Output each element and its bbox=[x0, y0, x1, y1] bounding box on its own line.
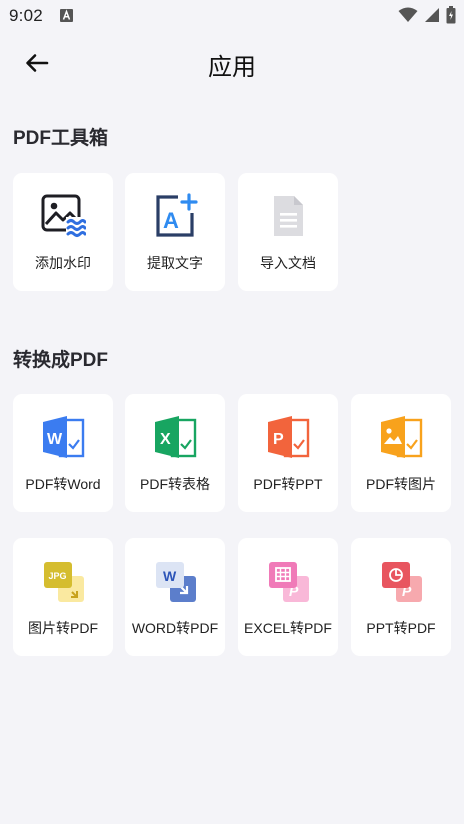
tool-label: EXCEL转PDF bbox=[244, 620, 332, 636]
tool-card-image-to-pdf[interactable]: JPG 图片转PDF bbox=[13, 538, 113, 656]
tool-card-pdf-to-excel[interactable]: X PDF转表格 bbox=[125, 394, 225, 512]
status-time: 9:02 bbox=[9, 6, 43, 25]
tool-card-import-document[interactable]: 导入文档 bbox=[238, 173, 338, 291]
extract-text-icon: A bbox=[156, 193, 198, 237]
tool-card-extract-text[interactable]: A 提取文字 bbox=[125, 173, 225, 291]
ppt-letter: P bbox=[273, 431, 284, 448]
word-doc-icon: W bbox=[43, 416, 85, 458]
word-letter: W bbox=[163, 568, 177, 584]
tool-label: WORD转PDF bbox=[131, 620, 219, 636]
excel-letter: X bbox=[160, 431, 171, 448]
tool-label: PDF转图片 bbox=[366, 476, 436, 492]
tool-label: 图片转PDF bbox=[28, 620, 98, 636]
ppt-to-pdf-icon: P bbox=[382, 562, 422, 602]
battery-icon bbox=[446, 6, 456, 24]
tool-card-pdf-to-ppt[interactable]: P PDF转PPT bbox=[238, 394, 338, 512]
status-bar: 9:02 bbox=[0, 0, 464, 32]
section-title-convert-to-pdf: 转换成PDF bbox=[13, 350, 109, 371]
tool-card-pdf-to-image[interactable]: PDF转图片 bbox=[351, 394, 451, 512]
tool-label: PDF转Word bbox=[25, 476, 101, 492]
text-letter: A bbox=[163, 208, 179, 233]
tool-label: PDF转表格 bbox=[140, 476, 210, 492]
tool-card-add-watermark[interactable]: 添加水印 bbox=[13, 173, 113, 291]
section-title-pdf-toolbox: PDF工具箱 bbox=[13, 128, 109, 149]
app-header: 应用 bbox=[0, 32, 464, 96]
word-to-pdf-icon: W bbox=[156, 562, 196, 602]
tool-card-word-to-pdf[interactable]: W WORD转PDF bbox=[125, 538, 225, 656]
tool-card-excel-to-pdf[interactable]: P EXCEL转PDF bbox=[238, 538, 338, 656]
excel-doc-icon: X bbox=[155, 416, 197, 458]
wifi-icon bbox=[398, 7, 418, 22]
tool-label: 导入文档 bbox=[260, 255, 316, 271]
notification-a-icon bbox=[60, 9, 73, 22]
tool-card-pdf-to-word[interactable]: W PDF转Word bbox=[13, 394, 113, 512]
excel-to-pdf-icon: P bbox=[269, 562, 309, 602]
word-letter: W bbox=[47, 431, 63, 448]
page-title: 应用 bbox=[208, 54, 256, 81]
ppt-doc-icon: P bbox=[268, 416, 310, 458]
tool-label: PDF转PPT bbox=[253, 476, 323, 492]
jpg-to-pdf-icon: JPG bbox=[44, 562, 84, 602]
tool-label: 添加水印 bbox=[35, 255, 91, 271]
image-doc-icon bbox=[381, 416, 423, 458]
signal-icon bbox=[425, 8, 439, 22]
tool-label: 提取文字 bbox=[147, 255, 203, 271]
status-icons bbox=[398, 6, 456, 24]
tool-label: PPT转PDF bbox=[366, 620, 436, 636]
jpg-text: JPG bbox=[49, 571, 67, 581]
watermark-icon bbox=[41, 194, 86, 237]
import-document-icon bbox=[274, 196, 303, 236]
tool-card-ppt-to-pdf[interactable]: P PPT转PDF bbox=[351, 538, 451, 656]
